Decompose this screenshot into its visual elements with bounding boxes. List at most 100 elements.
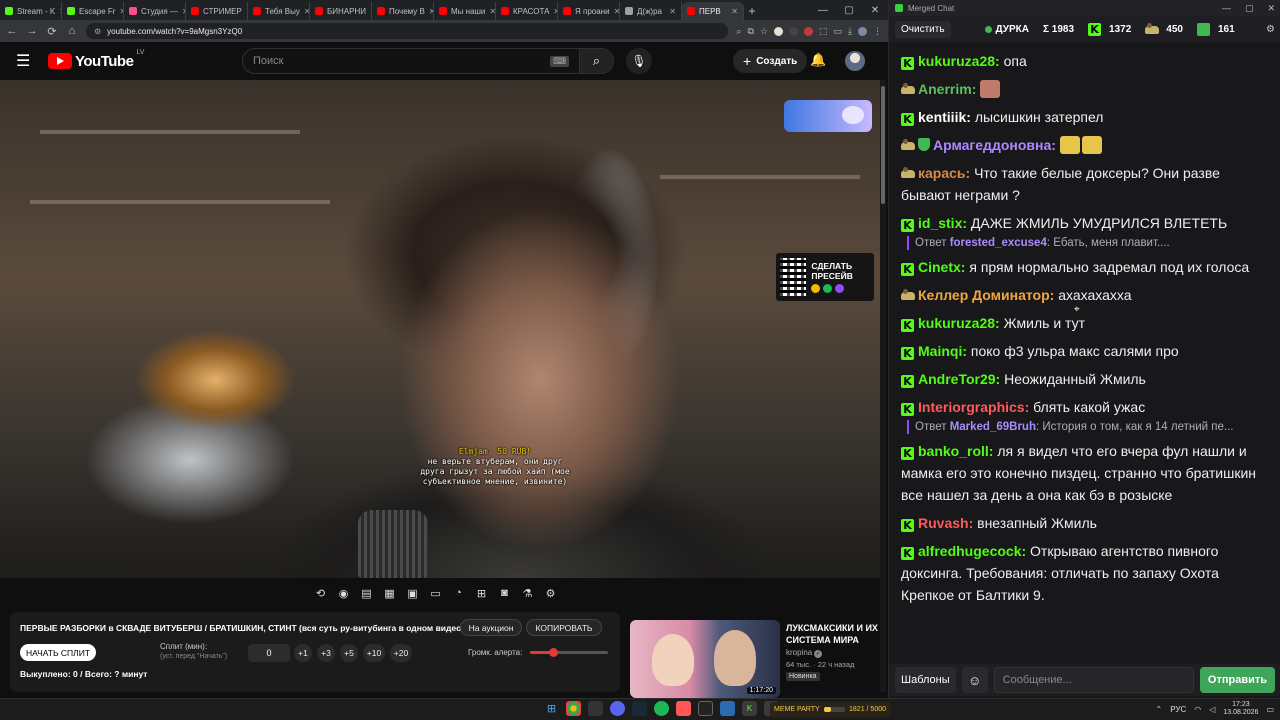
clock[interactable]: 17:23 13.08.2026	[1223, 701, 1258, 717]
search-button[interactable]: ⌕	[580, 48, 614, 74]
chat-username[interactable]: Mainqi	[918, 343, 962, 359]
app-icon[interactable]	[676, 701, 691, 716]
camera-icon[interactable]: ◙	[496, 585, 513, 602]
tab-close-icon[interactable]: ✕	[669, 7, 676, 16]
add-clip-icon[interactable]: ⊞	[473, 585, 490, 602]
emoji-icon[interactable]: ☺	[961, 667, 988, 693]
notifications-bell-icon[interactable]: 🔔	[810, 52, 826, 68]
browser-tab[interactable]: Я проани ✕	[558, 2, 620, 20]
app-icon[interactable]	[588, 701, 603, 716]
star-icon[interactable]: ☆	[760, 26, 768, 37]
templates-button[interactable]: Шаблоны	[895, 667, 956, 693]
chat-username[interactable]: Anerrim	[918, 81, 972, 97]
language-indicator[interactable]: РУС	[1170, 705, 1186, 714]
browser-tab[interactable]: Д(ж)ра ✕	[620, 2, 682, 20]
chat-message[interactable]: Армагеддоновна:	[901, 134, 1269, 156]
increment-button[interactable]: +5	[340, 644, 358, 662]
slider-knob[interactable]	[549, 648, 559, 657]
copy-button[interactable]: КОПИРОВАТЬ	[526, 619, 602, 636]
extensions-puzzle-icon[interactable]: ⬚	[819, 26, 828, 37]
recommended-video-thumbnail[interactable]: 1:17:20	[630, 620, 780, 698]
browser-tab[interactable]: Тебя Выу ✕	[248, 2, 310, 20]
message-input[interactable]: Сообщение...	[993, 667, 1194, 693]
recommended-channel[interactable]: kropina ✓	[786, 648, 823, 658]
hamburger-menu-icon[interactable]: ☰	[16, 51, 40, 71]
obs-icon[interactable]	[698, 701, 713, 716]
menu-icon[interactable]: ⋮	[873, 26, 882, 37]
chat-message[interactable]: K AndreTor29: Неожиданный Жмиль	[901, 368, 1269, 390]
split-minutes-input[interactable]: 0	[248, 644, 290, 662]
site-info-icon[interactable]: ⚙	[94, 27, 101, 36]
chat-username[interactable]: kukuruza28	[918, 53, 995, 69]
alert-volume-slider[interactable]	[530, 648, 608, 657]
scrollbar-thumb[interactable]	[881, 86, 885, 204]
merged-chat-app-icon[interactable]: K	[742, 701, 757, 716]
loop-icon[interactable]: ⟲	[312, 585, 329, 602]
chat-username[interactable]: banko_roll	[918, 443, 989, 459]
search-input[interactable]: Поиск ⌨	[242, 48, 580, 74]
reload-icon[interactable]: ⟳	[46, 25, 58, 38]
speed-icon[interactable]: ◔	[450, 585, 467, 602]
chat-message-list[interactable]: Kkukuruza28: опа Anerrim: Kkentiiik: лыси…	[889, 42, 1280, 662]
browser-tab[interactable]: Escape Fr✕	[62, 2, 124, 20]
browser-tab[interactable]: КРАСОТА✕	[496, 2, 558, 20]
tv-icon[interactable]: ▭	[427, 585, 444, 602]
close-icon[interactable]: ✕	[1267, 3, 1275, 14]
chat-message[interactable]: Kid_stix: ДАЖЕ ЖМИЛЬ УМУДРИЛСЯ ВЛЕТЕТЬ	[901, 212, 1269, 234]
settings-gear-icon[interactable]: ⚙	[542, 585, 559, 602]
discord-icon[interactable]	[610, 701, 625, 716]
chat-message[interactable]: Kbanko_roll: ля я видел что его вчера фу…	[901, 440, 1269, 506]
clear-button[interactable]: Очистить	[895, 20, 951, 38]
chat-username[interactable]: id_stix	[918, 215, 962, 231]
settings-gear-icon[interactable]: ⚙	[1266, 24, 1275, 35]
chat-message[interactable]: K Mainqi: поко ф3 ульра макс салями про	[901, 340, 1269, 362]
avatar[interactable]	[845, 51, 865, 71]
page-scrollbar[interactable]	[880, 80, 886, 692]
app-icon[interactable]	[720, 701, 735, 716]
chat-message[interactable]: K Cinetx: я прям нормально задремал под и…	[901, 256, 1269, 278]
chat-message[interactable]: Kkukuruza28: опа	[901, 50, 1269, 72]
start-split-button[interactable]: НАЧАТЬ СПЛИТ	[20, 644, 96, 661]
new-tab-icon[interactable]: +	[744, 2, 760, 20]
chat-username[interactable]: Cinetx	[918, 259, 961, 275]
chat-message[interactable]: Келлер Доминатор: ахахахахха	[901, 284, 1269, 306]
chat-username[interactable]: alfredhugecock	[918, 543, 1021, 559]
browser-tab[interactable]: ПЕРВ ✕	[682, 2, 744, 20]
chat-message[interactable]: Kalfredhugecock: Открываю агентство пивн…	[901, 540, 1269, 606]
browser-tab[interactable]: СТРИМЕР✕	[186, 2, 248, 20]
increment-button[interactable]: +1	[294, 644, 312, 662]
keyboard-icon[interactable]: ⌨	[550, 55, 569, 67]
screenshot-icon[interactable]: ⧉	[747, 26, 753, 37]
chat-username[interactable]: Ruvash	[918, 515, 969, 531]
chat-username[interactable]: kentiiik	[918, 109, 966, 125]
browser-tab[interactable]: БИНАРНИ✕	[310, 2, 372, 20]
extension-icon[interactable]	[773, 26, 783, 36]
chrome-icon[interactable]	[566, 701, 581, 716]
browser-tab[interactable]: Мы наши ✕	[434, 2, 496, 20]
browser-tab[interactable]: Stream - K✕	[0, 2, 62, 20]
zoom-icon[interactable]: ⌕	[736, 26, 741, 37]
wifi-icon[interactable]: ◠	[1194, 705, 1201, 714]
chat-message[interactable]: карась: Что такие белые доксеры? Они раз…	[901, 162, 1269, 206]
recommended-video-title[interactable]: ЛУКСМАКСИКИ И ИХ СИСТЕМА МИРА	[786, 622, 882, 646]
tray-chevron-icon[interactable]: ⌃	[1156, 705, 1163, 714]
maximize-icon[interactable]: ▢	[836, 0, 862, 20]
chat-username[interactable]: карась	[918, 165, 966, 181]
audio-icon[interactable]: ◉	[335, 585, 352, 602]
chat-username[interactable]: Келлер Доминатор	[918, 287, 1050, 303]
chat-username[interactable]: AndreTor29	[918, 371, 996, 387]
create-button[interactable]: + Создать	[733, 49, 808, 73]
chat-username[interactable]: kukuruza28	[918, 315, 995, 331]
increment-button[interactable]: +10	[363, 644, 385, 662]
voice-search-button[interactable]: 🎙	[626, 48, 652, 74]
youtube-logo[interactable]: YouTube LV	[48, 49, 144, 70]
chat-username[interactable]: Армагеддоновна	[933, 137, 1051, 153]
chat-message[interactable]: K Interiorgraphics: блять какой ужас	[901, 396, 1269, 418]
windows-start-icon[interactable]: ⊞	[544, 701, 559, 716]
meme-party-widget[interactable]: MEME PARTY 1821 / 5000	[770, 702, 890, 717]
sidebar-icon[interactable]: ▭	[834, 26, 843, 37]
send-button[interactable]: Отправить	[1199, 667, 1275, 693]
minimize-icon[interactable]: —	[1222, 3, 1231, 14]
notifications-icon[interactable]: ▭	[1266, 705, 1274, 714]
video-player[interactable]: СДЕЛАТЬ ПРЕСЕЙВ Elmjam. 50 RUB! не верьт…	[0, 80, 884, 578]
